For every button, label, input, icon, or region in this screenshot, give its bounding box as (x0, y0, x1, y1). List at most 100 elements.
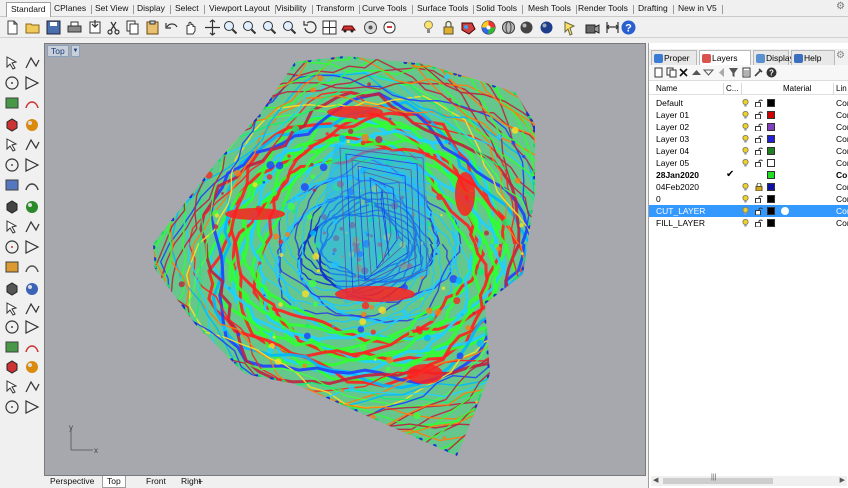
viewport-tab-perspective[interactable]: Perspective (46, 476, 98, 488)
dimension-icon[interactable] (604, 19, 621, 36)
scroll-left-icon[interactable]: ◀ (653, 476, 658, 484)
layer-name[interactable]: 0 (656, 193, 661, 205)
move-up-icon[interactable] (691, 67, 702, 78)
transform-icon[interactable] (3, 378, 21, 396)
bulb-icon[interactable] (742, 147, 749, 155)
layer-name[interactable]: Layer 01 (656, 109, 689, 121)
move-view-icon[interactable] (204, 19, 221, 36)
copy-icon[interactable] (124, 19, 141, 36)
toggle-icon[interactable] (362, 19, 379, 36)
layer-name[interactable]: CUT_LAYER (656, 205, 705, 217)
circle-icon[interactable] (3, 94, 21, 112)
lock-open-icon[interactable] (755, 159, 763, 167)
new-sublayer-icon[interactable] (666, 67, 677, 78)
viewport-tab-add[interactable]: + (194, 476, 207, 488)
bulb-icon[interactable] (742, 207, 749, 215)
layer-linetype[interactable]: Con (836, 193, 848, 205)
bulb-icon[interactable] (742, 135, 749, 143)
lock-open-icon[interactable] (755, 135, 763, 143)
extrude-curve-icon[interactable] (23, 156, 41, 174)
boolean-icon[interactable] (23, 238, 41, 256)
car-icon[interactable] (340, 19, 357, 36)
bend-icon[interactable] (3, 280, 21, 298)
paint-icon[interactable] (23, 398, 41, 416)
sphere-wireframe-icon[interactable] (500, 19, 517, 36)
filter-icon[interactable] (728, 67, 739, 78)
layer-linetype[interactable]: Con (836, 217, 848, 229)
layer-color-swatch[interactable] (767, 171, 775, 179)
col-name[interactable]: Name (656, 83, 677, 94)
layer-linetype[interactable]: Con (836, 121, 848, 133)
current-layer-check-icon[interactable]: ✔ (726, 169, 734, 181)
sphere-icon[interactable] (23, 176, 41, 194)
lock-closed-icon[interactable] (755, 183, 763, 191)
fillet-icon[interactable] (23, 258, 41, 276)
split-icon[interactable] (3, 238, 21, 256)
bulb-icon[interactable] (742, 219, 749, 227)
layer-color-swatch[interactable] (767, 207, 775, 215)
move-icon[interactable] (23, 358, 41, 376)
check-icon[interactable] (23, 378, 41, 396)
open-icon[interactable] (24, 19, 41, 36)
select-arrow-icon[interactable] (3, 54, 21, 72)
panel-tab-help[interactable]: Help (791, 50, 835, 65)
panel-tab-proper[interactable]: Proper (651, 50, 697, 65)
help-icon[interactable]: ? (620, 19, 637, 36)
layer-name[interactable]: Layer 03 (656, 133, 689, 145)
material-icon[interactable] (460, 19, 477, 36)
layer-row[interactable]: 04Feb2020 Con (649, 181, 848, 193)
box-icon[interactable] (3, 176, 21, 194)
bulb-icon[interactable] (742, 183, 749, 191)
rectangle-icon[interactable] (23, 116, 41, 134)
zoom-selected-icon[interactable] (281, 19, 298, 36)
new-layer-icon[interactable] (653, 67, 664, 78)
layer-name[interactable]: Layer 05 (656, 157, 689, 169)
col-linetype[interactable]: Lin (836, 83, 847, 94)
layer-color-swatch[interactable] (767, 99, 775, 107)
tab-transform[interactable]: Transform (312, 2, 361, 16)
sphere-shaded-icon[interactable] (518, 19, 535, 36)
lock-open-icon[interactable] (755, 111, 763, 119)
tab-curve-tools[interactable]: Curve Tools (358, 2, 413, 16)
point-icon[interactable] (23, 54, 41, 72)
tab-standard[interactable]: Standard (6, 2, 51, 17)
arc-icon[interactable] (3, 116, 21, 134)
group-icon[interactable] (3, 318, 21, 336)
tab-render-tools[interactable]: Render Tools (574, 2, 634, 16)
tab-new-in-v5[interactable]: New in V5 (674, 2, 723, 16)
layer-color-swatch[interactable] (767, 195, 775, 203)
ellipse-icon[interactable] (23, 94, 41, 112)
layer-row[interactable]: Layer 04 Con (649, 145, 848, 157)
delete-layer-icon[interactable] (678, 67, 689, 78)
gear-icon[interactable]: ⚙ (836, 2, 846, 12)
col-material[interactable]: Material (783, 83, 811, 94)
layer-name[interactable]: Layer 04 (656, 145, 689, 157)
layer-linetype[interactable]: Con (836, 97, 848, 109)
join-icon[interactable] (3, 258, 21, 276)
viewport-tab-front[interactable]: Front (142, 476, 170, 488)
trim-icon[interactable] (23, 218, 41, 236)
viewport-top[interactable]: Top ▼ y x (44, 43, 646, 476)
tab-surface-tools[interactable]: Surface Tools (413, 2, 475, 16)
layer-linetype[interactable]: Con (836, 205, 848, 217)
tab-select[interactable]: Select (171, 2, 205, 16)
lock-open-icon[interactable] (755, 207, 763, 215)
tab-set-view[interactable]: Set View (91, 2, 135, 16)
zoom-dynamic-icon[interactable] (241, 19, 258, 36)
layer-linetype[interactable]: Con (836, 157, 848, 169)
move-down-icon[interactable] (703, 67, 714, 78)
grid-array-icon[interactable] (3, 358, 21, 376)
zoom-window-icon[interactable] (222, 19, 239, 36)
col-current[interactable]: C... (726, 83, 738, 94)
zoom-extents-icon[interactable] (261, 19, 278, 36)
lock-open-icon[interactable] (755, 123, 763, 131)
array-icon[interactable] (3, 338, 21, 356)
polygon-icon[interactable] (3, 136, 21, 154)
solid-edit-icon[interactable] (23, 198, 41, 216)
layer-color-swatch[interactable] (767, 135, 775, 143)
bulb-icon[interactable] (742, 111, 749, 119)
layer-linetype[interactable]: Con (836, 133, 848, 145)
layer-row[interactable]: Layer 02 Con (649, 121, 848, 133)
panel-tab-display[interactable]: Display (753, 50, 794, 65)
layer-row[interactable]: 0 Con (649, 193, 848, 205)
